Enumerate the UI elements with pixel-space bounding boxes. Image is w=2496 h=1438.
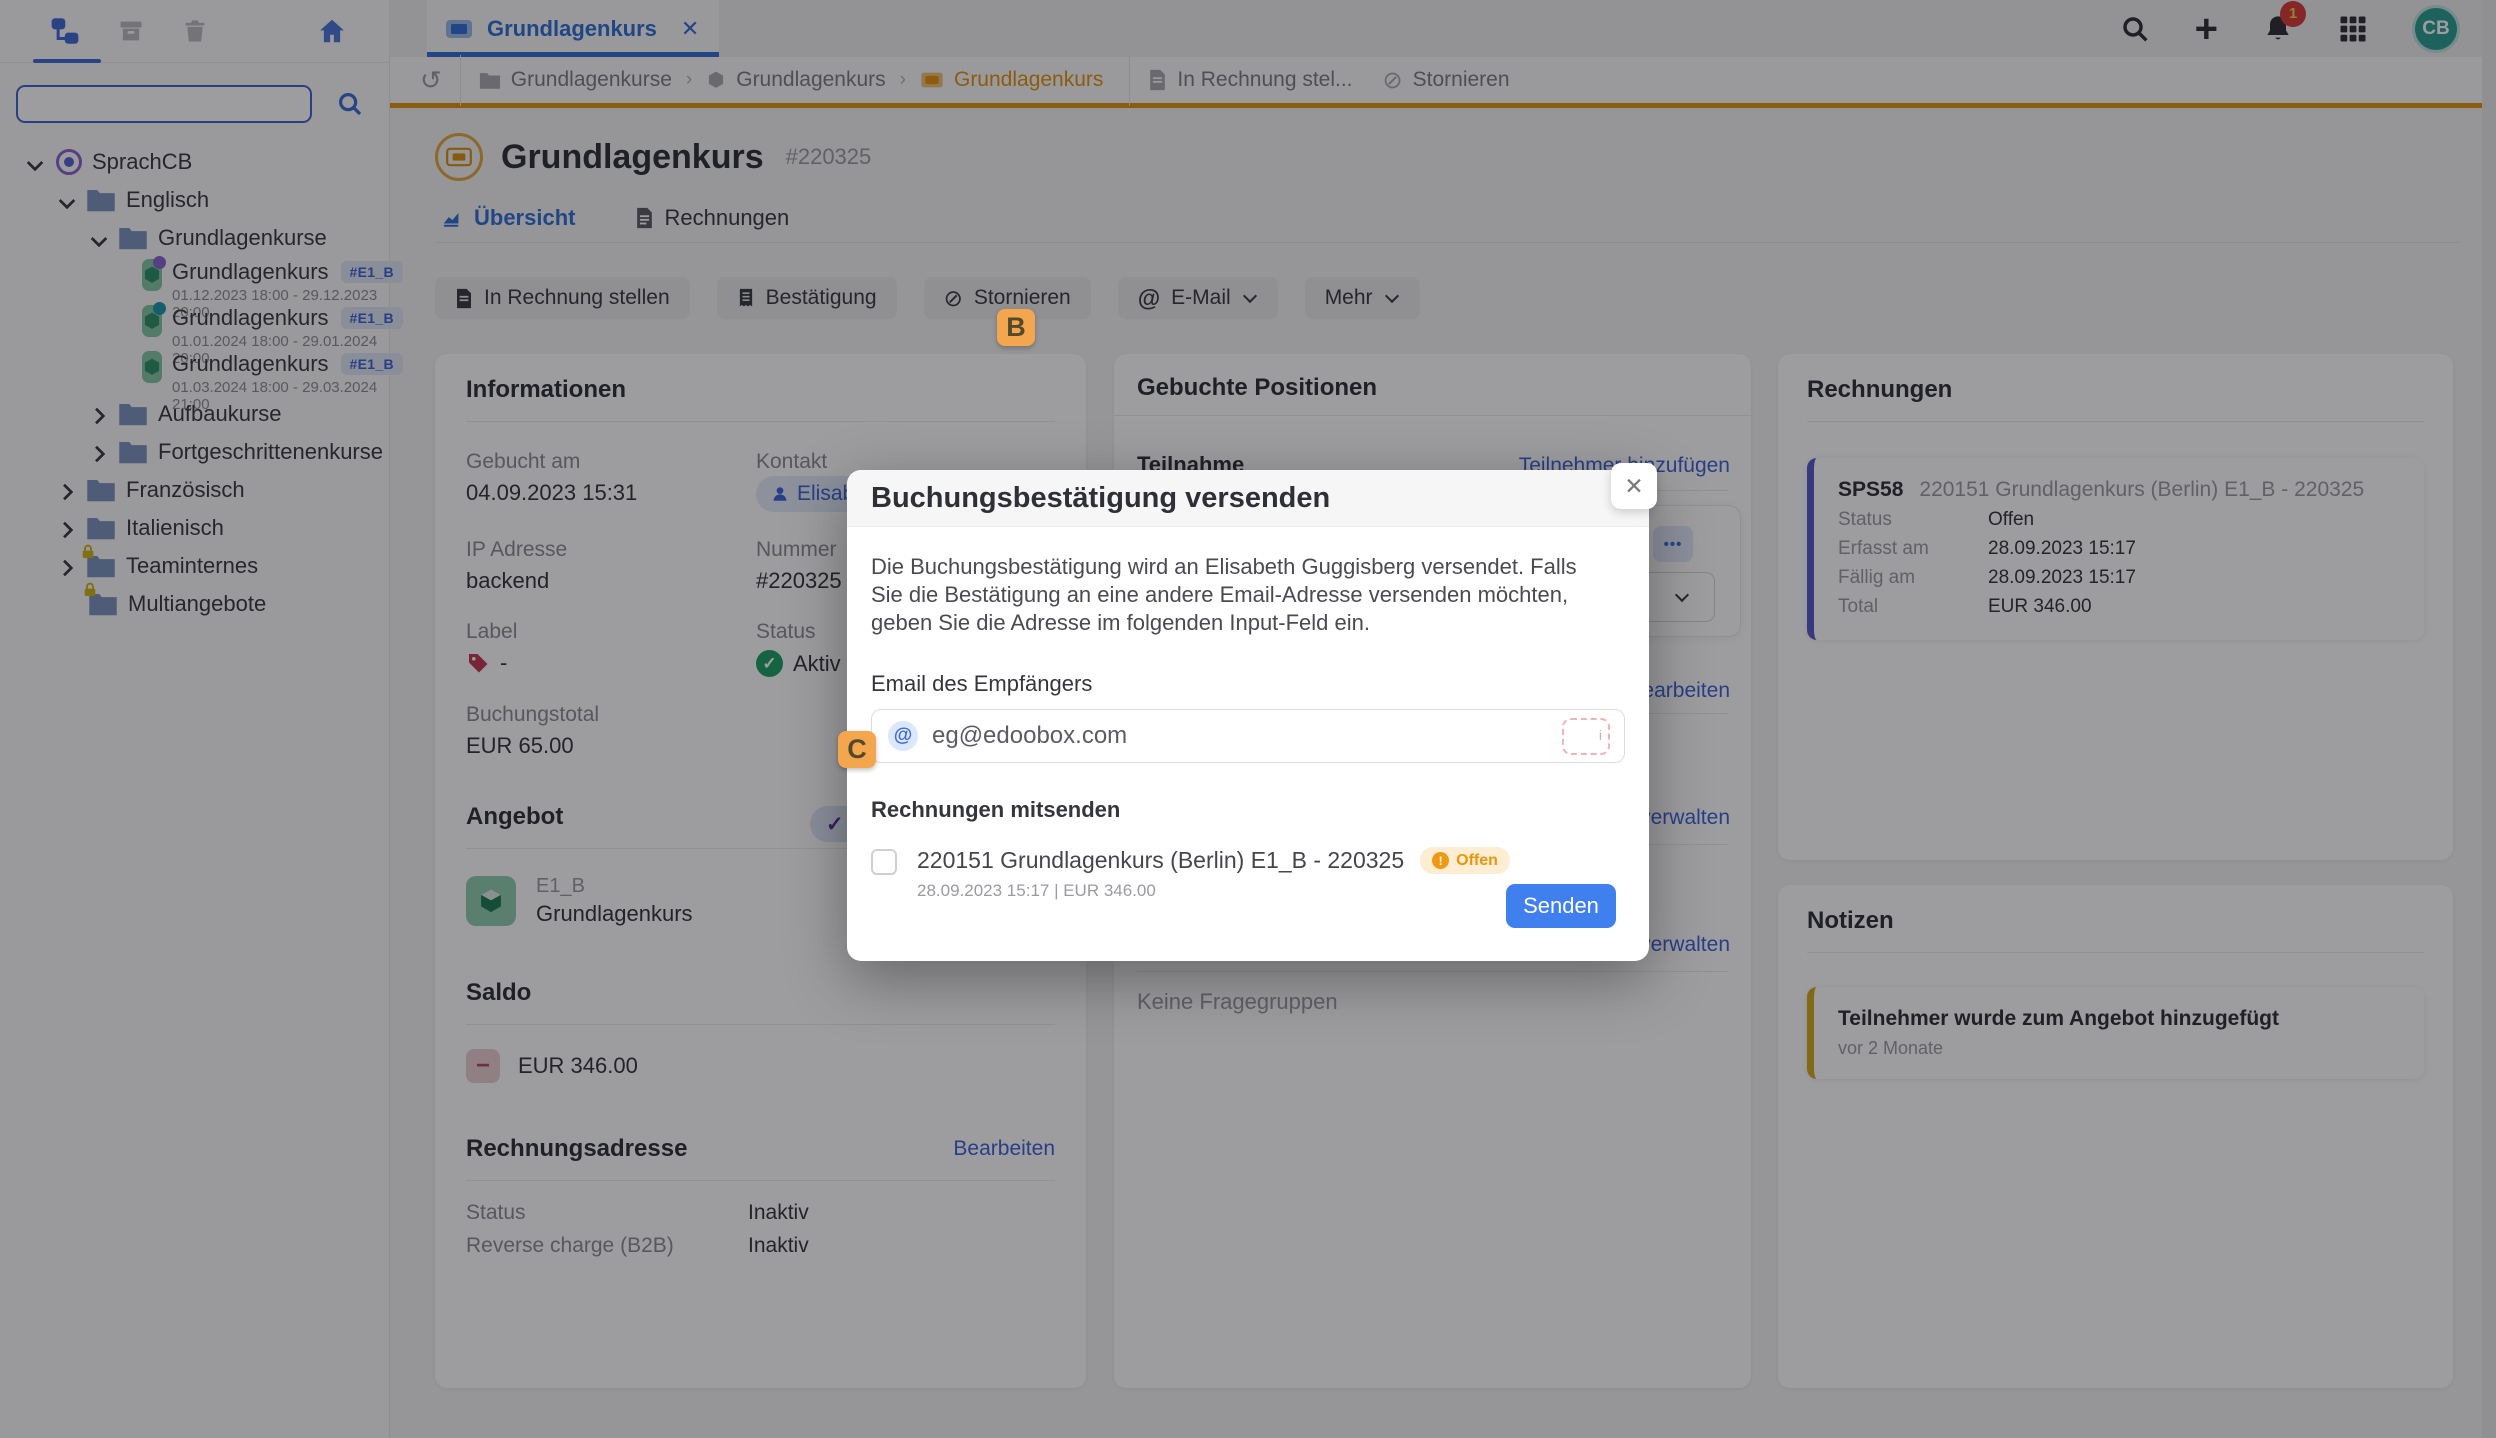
modal-title: Buchungsbestätigung versenden bbox=[871, 482, 1330, 515]
attach-invoices-label: Rechnungen mitsenden bbox=[871, 797, 1625, 823]
app-root: SprachCB Englisch Grundlagenkurse bbox=[0, 0, 2496, 1438]
modal-body: Die Buchungsbestätigung wird an Elisabet… bbox=[847, 527, 1649, 901]
cursor-artifact bbox=[1562, 718, 1610, 755]
annotation-marker-c: C bbox=[838, 731, 876, 768]
send-confirmation-modal: Buchungsbestätigung versenden ✕ Die Buch… bbox=[847, 470, 1649, 961]
modal-invoice-title: 220151 Grundlagenkurs (Berlin) E1_B - 22… bbox=[917, 847, 1404, 874]
send-button[interactable]: Senden bbox=[1506, 884, 1616, 928]
alert-icon: ! bbox=[1432, 852, 1449, 869]
annotation-marker-b: B bbox=[997, 309, 1035, 346]
close-icon[interactable]: ✕ bbox=[1611, 463, 1657, 509]
modal-invoice-meta: 28.09.2023 15:17 | EUR 346.00 bbox=[917, 881, 1510, 901]
status-badge-offen: ! Offen bbox=[1420, 847, 1510, 874]
email-field: @ bbox=[871, 709, 1625, 763]
invoice-checkbox[interactable] bbox=[871, 849, 897, 875]
modal-description: Die Buchungsbestätigung wird an Elisabet… bbox=[871, 553, 1611, 637]
recipient-email-input[interactable] bbox=[932, 722, 1608, 750]
modal-header: Buchungsbestätigung versenden bbox=[847, 470, 1649, 527]
email-field-label: Email des Empfängers bbox=[871, 671, 1625, 697]
at-icon: @ bbox=[888, 721, 918, 751]
